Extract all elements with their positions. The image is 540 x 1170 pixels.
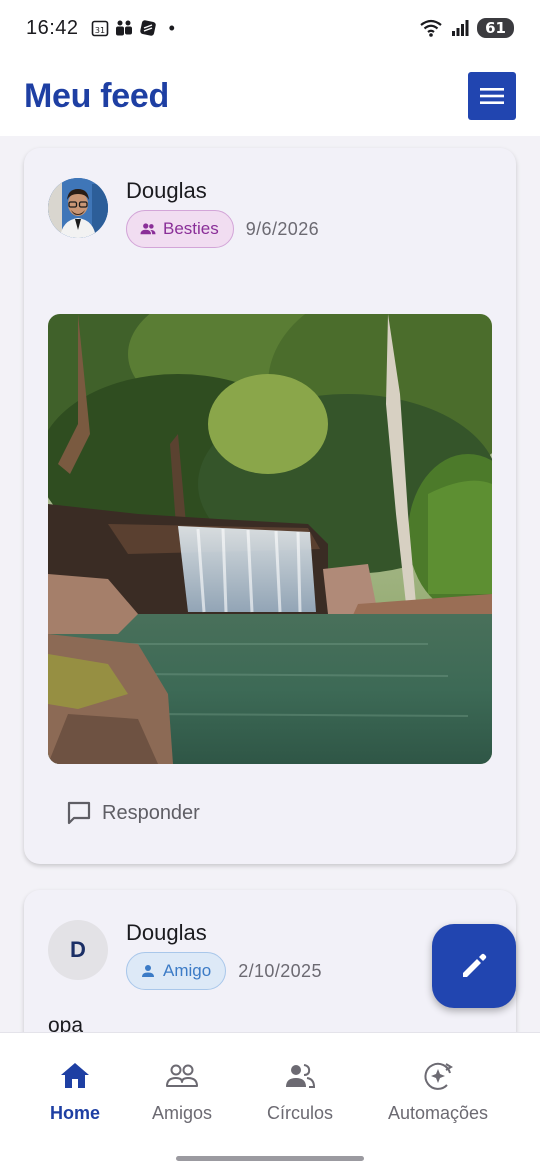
battery-icon: 61 [477, 18, 514, 38]
app-icon [139, 20, 156, 36]
menu-button[interactable] [468, 72, 516, 120]
nav-item-circulos[interactable]: Círculos [262, 1059, 338, 1124]
author-name[interactable]: Douglas [126, 920, 322, 946]
author-info: Douglas Besties 9/6/2026 [126, 178, 319, 248]
nav-label: Automações [387, 1103, 489, 1123]
page-title: Meu feed [24, 76, 169, 115]
group-icon [140, 223, 156, 235]
reply-button[interactable]: Responder [66, 800, 200, 826]
post-date: 9/6/2026 [245, 218, 320, 239]
status-right-icons: 61 [419, 18, 514, 38]
reply-label: Responder [102, 801, 200, 824]
nav-label: Círculos [266, 1103, 333, 1123]
wifi-icon [420, 19, 442, 37]
bottom-navigation: Home Amigos Círculos Automações [0, 1032, 540, 1170]
nav-item-amigos[interactable]: Amigos [146, 1059, 218, 1124]
app-header: Meu feed [0, 56, 540, 136]
waterfall-landscape-photo [48, 314, 492, 764]
nav-label: Amigos [151, 1103, 213, 1123]
post-card: Douglas Besties 9/6/2026 Responder [24, 148, 516, 864]
author-name[interactable]: Douglas [126, 178, 319, 204]
post-author-row: D Douglas Amigo 2/10/2025 [48, 920, 322, 990]
nav-item-automacoes[interactable]: Automações [382, 1059, 494, 1124]
home-icon [61, 1063, 89, 1088]
post-image[interactable] [48, 314, 492, 764]
friends-icon [166, 1064, 198, 1087]
audience-chip[interactable]: Amigo [126, 952, 227, 990]
edit-pencil-icon [463, 953, 487, 977]
audience-chip[interactable]: Besties [126, 210, 234, 248]
audience-label: Besties [163, 219, 219, 238]
new-post-button[interactable] [432, 924, 516, 1008]
home-indicator[interactable] [176, 1156, 364, 1161]
signal-icon [452, 20, 469, 36]
audience-label: Amigo [163, 961, 212, 980]
person-icon [142, 965, 154, 977]
svg-text:31: 31 [94, 26, 104, 35]
avatar-photo-image [48, 178, 108, 238]
automation-sparkle-icon [424, 1062, 453, 1090]
post-date: 2/10/2025 [238, 960, 322, 981]
post-meta: Besties 9/6/2026 [126, 210, 319, 248]
status-notification-icons: 31 • [91, 18, 175, 39]
circles-group-icon [286, 1064, 316, 1088]
status-bar: 16:42 31 • 61 [0, 0, 540, 56]
avatar[interactable] [48, 178, 108, 238]
post-text: opa [48, 1014, 84, 1032]
teams-icon [115, 20, 132, 36]
author-info: Douglas Amigo 2/10/2025 [126, 920, 322, 990]
nav-item-home[interactable]: Home [46, 1059, 104, 1124]
status-dot: • [168, 17, 175, 38]
comment-icon [67, 801, 91, 825]
nav-label: Home [49, 1103, 100, 1123]
status-time: 16:42 [26, 16, 79, 39]
hamburger-menu-icon [480, 88, 504, 104]
post-meta: Amigo 2/10/2025 [126, 952, 322, 990]
feed-list[interactable]: Douglas Besties 9/6/2026 Responder D Dou… [0, 136, 540, 1032]
calendar-icon: 31 [91, 20, 108, 37]
avatar[interactable]: D [48, 920, 108, 980]
post-author-row: Douglas Besties 9/6/2026 [48, 178, 319, 248]
